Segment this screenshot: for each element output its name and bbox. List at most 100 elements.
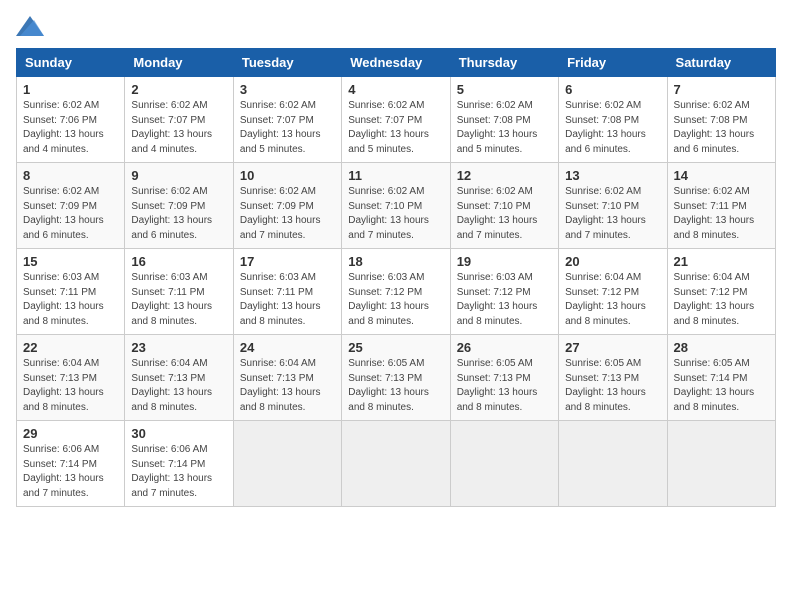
- day-info: Sunrise: 6:02 AMSunset: 7:10 PMDaylight:…: [457, 185, 552, 243]
- calendar-cell: 15 Sunrise: 6:03 AMSunset: 7:11 PMDayligh…: [17, 249, 125, 335]
- day-number: 22: [23, 340, 118, 355]
- calendar-cell: 25 Sunrise: 6:05 AMSunset: 7:13 PMDayligh…: [342, 335, 450, 421]
- day-info: Sunrise: 6:02 AMSunset: 7:10 PMDaylight:…: [348, 185, 443, 243]
- day-number: 16: [131, 254, 226, 269]
- day-number: 24: [240, 340, 335, 355]
- calendar-cell: 1 Sunrise: 6:02 AMSunset: 7:06 PMDaylight…: [17, 77, 125, 163]
- day-info: Sunrise: 6:04 AMSunset: 7:13 PMDaylight:…: [131, 357, 226, 415]
- day-info: Sunrise: 6:02 AMSunset: 7:10 PMDaylight:…: [565, 185, 660, 243]
- day-info: Sunrise: 6:05 AMSunset: 7:14 PMDaylight:…: [674, 357, 769, 415]
- calendar-cell: 21 Sunrise: 6:04 AMSunset: 7:12 PMDayligh…: [667, 249, 775, 335]
- day-number: 11: [348, 168, 443, 183]
- calendar-cell: 28 Sunrise: 6:05 AMSunset: 7:14 PMDayligh…: [667, 335, 775, 421]
- day-number: 28: [674, 340, 769, 355]
- day-number: 3: [240, 82, 335, 97]
- day-info: Sunrise: 6:02 AMSunset: 7:11 PMDaylight:…: [674, 185, 769, 243]
- calendar-cell: 14 Sunrise: 6:02 AMSunset: 7:11 PMDayligh…: [667, 163, 775, 249]
- day-number: 13: [565, 168, 660, 183]
- header-wednesday: Wednesday: [342, 49, 450, 77]
- day-number: 2: [131, 82, 226, 97]
- day-info: Sunrise: 6:02 AMSunset: 7:09 PMDaylight:…: [23, 185, 118, 243]
- day-info: Sunrise: 6:03 AMSunset: 7:11 PMDaylight:…: [23, 271, 118, 329]
- day-number: 26: [457, 340, 552, 355]
- logo: [16, 16, 48, 36]
- calendar-cell: [667, 421, 775, 507]
- day-info: Sunrise: 6:05 AMSunset: 7:13 PMDaylight:…: [457, 357, 552, 415]
- day-number: 29: [23, 426, 118, 441]
- day-number: 17: [240, 254, 335, 269]
- day-number: 25: [348, 340, 443, 355]
- header-friday: Friday: [559, 49, 667, 77]
- calendar-cell: 22 Sunrise: 6:04 AMSunset: 7:13 PMDayligh…: [17, 335, 125, 421]
- calendar-cell: 17 Sunrise: 6:03 AMSunset: 7:11 PMDayligh…: [233, 249, 341, 335]
- calendar-week-row: 22 Sunrise: 6:04 AMSunset: 7:13 PMDayligh…: [17, 335, 776, 421]
- day-info: Sunrise: 6:02 AMSunset: 7:07 PMDaylight:…: [348, 99, 443, 157]
- calendar-cell: 9 Sunrise: 6:02 AMSunset: 7:09 PMDaylight…: [125, 163, 233, 249]
- day-info: Sunrise: 6:04 AMSunset: 7:12 PMDaylight:…: [565, 271, 660, 329]
- day-number: 18: [348, 254, 443, 269]
- calendar-week-row: 1 Sunrise: 6:02 AMSunset: 7:06 PMDaylight…: [17, 77, 776, 163]
- day-info: Sunrise: 6:03 AMSunset: 7:11 PMDaylight:…: [131, 271, 226, 329]
- day-number: 19: [457, 254, 552, 269]
- day-number: 30: [131, 426, 226, 441]
- calendar-cell: 10 Sunrise: 6:02 AMSunset: 7:09 PMDayligh…: [233, 163, 341, 249]
- calendar-table: SundayMondayTuesdayWednesdayThursdayFrid…: [16, 48, 776, 507]
- day-number: 15: [23, 254, 118, 269]
- day-info: Sunrise: 6:04 AMSunset: 7:13 PMDaylight:…: [23, 357, 118, 415]
- calendar-cell: 11 Sunrise: 6:02 AMSunset: 7:10 PMDayligh…: [342, 163, 450, 249]
- day-info: Sunrise: 6:02 AMSunset: 7:09 PMDaylight:…: [131, 185, 226, 243]
- calendar-cell: 2Sunrise: 6:02 AMSunset: 7:07 PMDaylight…: [125, 77, 233, 163]
- day-number: 7: [674, 82, 769, 97]
- day-info: Sunrise: 6:06 AMSunset: 7:14 PMDaylight:…: [131, 443, 226, 501]
- day-info: Sunrise: 6:02 AMSunset: 7:08 PMDaylight:…: [674, 99, 769, 157]
- header-sunday: Sunday: [17, 49, 125, 77]
- calendar-cell: 27 Sunrise: 6:05 AMSunset: 7:13 PMDayligh…: [559, 335, 667, 421]
- calendar-cell: 23 Sunrise: 6:04 AMSunset: 7:13 PMDayligh…: [125, 335, 233, 421]
- calendar-week-row: 8Sunrise: 6:02 AMSunset: 7:09 PMDaylight…: [17, 163, 776, 249]
- day-number: 5: [457, 82, 552, 97]
- calendar-cell: [233, 421, 341, 507]
- calendar-cell: 8Sunrise: 6:02 AMSunset: 7:09 PMDaylight…: [17, 163, 125, 249]
- day-info: Sunrise: 6:02 AMSunset: 7:06 PMDaylight:…: [23, 99, 118, 157]
- calendar-cell: 30 Sunrise: 6:06 AMSunset: 7:14 PMDayligh…: [125, 421, 233, 507]
- day-info: Sunrise: 6:04 AMSunset: 7:12 PMDaylight:…: [674, 271, 769, 329]
- day-number: 14: [674, 168, 769, 183]
- header-tuesday: Tuesday: [233, 49, 341, 77]
- day-info: Sunrise: 6:03 AMSunset: 7:11 PMDaylight:…: [240, 271, 335, 329]
- calendar-cell: 7 Sunrise: 6:02 AMSunset: 7:08 PMDaylight…: [667, 77, 775, 163]
- calendar-week-row: 15 Sunrise: 6:03 AMSunset: 7:11 PMDayligh…: [17, 249, 776, 335]
- day-info: Sunrise: 6:02 AMSunset: 7:07 PMDaylight:…: [240, 99, 335, 157]
- day-number: 12: [457, 168, 552, 183]
- header-monday: Monday: [125, 49, 233, 77]
- day-number: 9: [131, 168, 226, 183]
- day-info: Sunrise: 6:05 AMSunset: 7:13 PMDaylight:…: [348, 357, 443, 415]
- day-number: 1: [23, 82, 118, 97]
- calendar-cell: 5 Sunrise: 6:02 AMSunset: 7:08 PMDaylight…: [450, 77, 558, 163]
- calendar-cell: [342, 421, 450, 507]
- calendar-cell: 3 Sunrise: 6:02 AMSunset: 7:07 PMDaylight…: [233, 77, 341, 163]
- day-info: Sunrise: 6:03 AMSunset: 7:12 PMDaylight:…: [348, 271, 443, 329]
- header-saturday: Saturday: [667, 49, 775, 77]
- calendar-cell: 12 Sunrise: 6:02 AMSunset: 7:10 PMDayligh…: [450, 163, 558, 249]
- day-number: 21: [674, 254, 769, 269]
- day-info: Sunrise: 6:05 AMSunset: 7:13 PMDaylight:…: [565, 357, 660, 415]
- logo-icon: [16, 16, 44, 36]
- day-number: 23: [131, 340, 226, 355]
- header-thursday: Thursday: [450, 49, 558, 77]
- calendar-cell: 26 Sunrise: 6:05 AMSunset: 7:13 PMDayligh…: [450, 335, 558, 421]
- calendar-cell: 19 Sunrise: 6:03 AMSunset: 7:12 PMDayligh…: [450, 249, 558, 335]
- day-info: Sunrise: 6:04 AMSunset: 7:13 PMDaylight:…: [240, 357, 335, 415]
- day-info: Sunrise: 6:06 AMSunset: 7:14 PMDaylight:…: [23, 443, 118, 501]
- page-header: [16, 16, 776, 36]
- calendar-cell: 6Sunrise: 6:02 AMSunset: 7:08 PMDaylight…: [559, 77, 667, 163]
- calendar-cell: 24 Sunrise: 6:04 AMSunset: 7:13 PMDayligh…: [233, 335, 341, 421]
- day-info: Sunrise: 6:02 AMSunset: 7:09 PMDaylight:…: [240, 185, 335, 243]
- calendar-cell: 18 Sunrise: 6:03 AMSunset: 7:12 PMDayligh…: [342, 249, 450, 335]
- calendar-cell: 4Sunrise: 6:02 AMSunset: 7:07 PMDaylight…: [342, 77, 450, 163]
- day-number: 10: [240, 168, 335, 183]
- calendar-week-row: 29 Sunrise: 6:06 AMSunset: 7:14 PMDayligh…: [17, 421, 776, 507]
- calendar-cell: 13 Sunrise: 6:02 AMSunset: 7:10 PMDayligh…: [559, 163, 667, 249]
- day-info: Sunrise: 6:03 AMSunset: 7:12 PMDaylight:…: [457, 271, 552, 329]
- day-info: Sunrise: 6:02 AMSunset: 7:08 PMDaylight:…: [457, 99, 552, 157]
- day-number: 27: [565, 340, 660, 355]
